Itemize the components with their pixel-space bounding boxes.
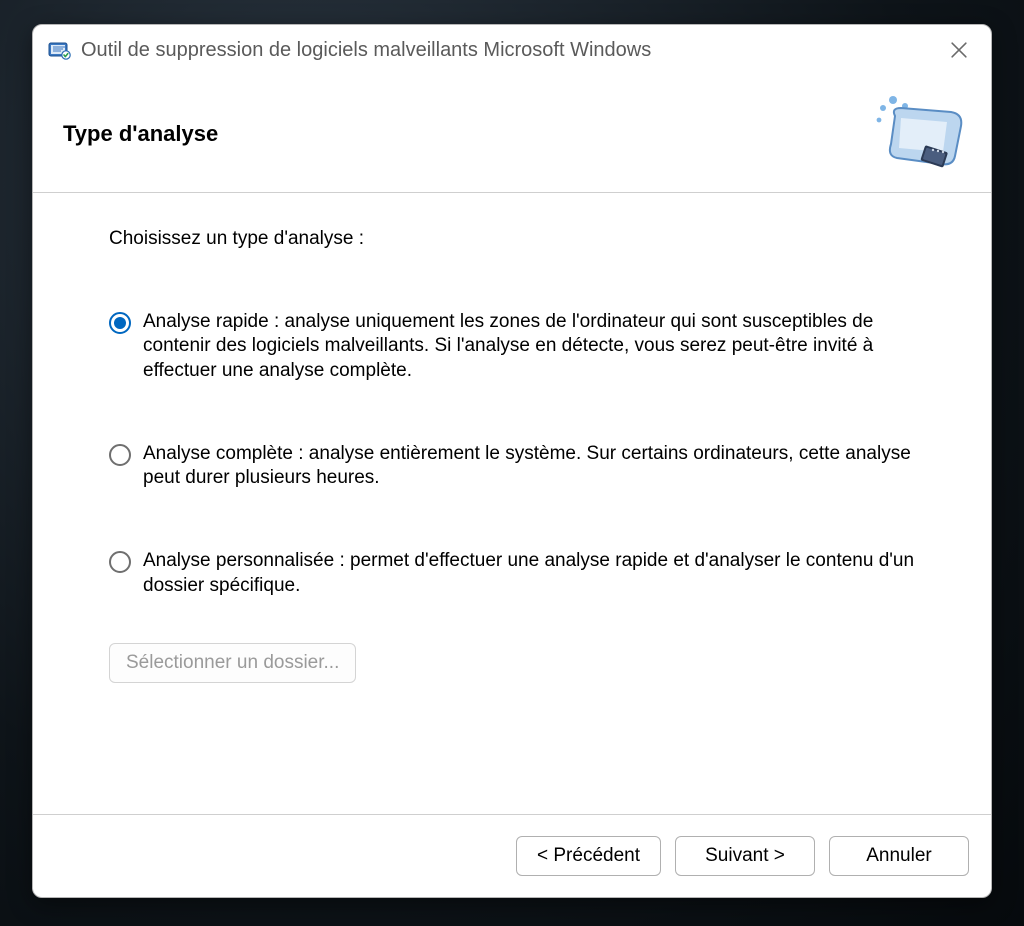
option-full-label: Analyse complète : analyse entièrement l… — [143, 442, 931, 491]
option-quick-scan[interactable]: Analyse rapide : analyse uniquement les … — [109, 310, 931, 384]
prompt-text: Choisissez un type d'analyse : — [109, 227, 931, 252]
wizard-header: Type d'analyse — [33, 75, 991, 193]
close-icon — [951, 42, 967, 58]
close-button[interactable] — [939, 34, 979, 66]
radio-full[interactable] — [109, 444, 131, 466]
wizard-content: Choisissez un type d'analyse : Analyse r… — [33, 193, 991, 814]
option-custom-label: Analyse personnalisée : permet d'effectu… — [143, 549, 931, 598]
radio-quick[interactable] — [109, 312, 131, 334]
hero-icon — [871, 94, 967, 174]
select-folder-button: Sélectionner un dossier... — [109, 643, 356, 684]
page-heading: Type d'analyse — [63, 121, 871, 147]
app-icon — [47, 38, 71, 62]
cancel-button[interactable]: Annuler — [829, 836, 969, 876]
next-button[interactable]: Suivant > — [675, 836, 815, 876]
wizard-footer: < Précédent Suivant > Annuler — [33, 815, 991, 897]
titlebar: Outil de suppression de logiciels malvei… — [33, 25, 991, 75]
option-quick-label: Analyse rapide : analyse uniquement les … — [143, 310, 931, 384]
window-title: Outil de suppression de logiciels malvei… — [81, 39, 939, 62]
wizard-window: Outil de suppression de logiciels malvei… — [32, 24, 992, 898]
option-full-scan[interactable]: Analyse complète : analyse entièrement l… — [109, 442, 931, 491]
radio-custom[interactable] — [109, 551, 131, 573]
back-button[interactable]: < Précédent — [516, 836, 661, 876]
option-custom-scan[interactable]: Analyse personnalisée : permet d'effectu… — [109, 549, 931, 598]
